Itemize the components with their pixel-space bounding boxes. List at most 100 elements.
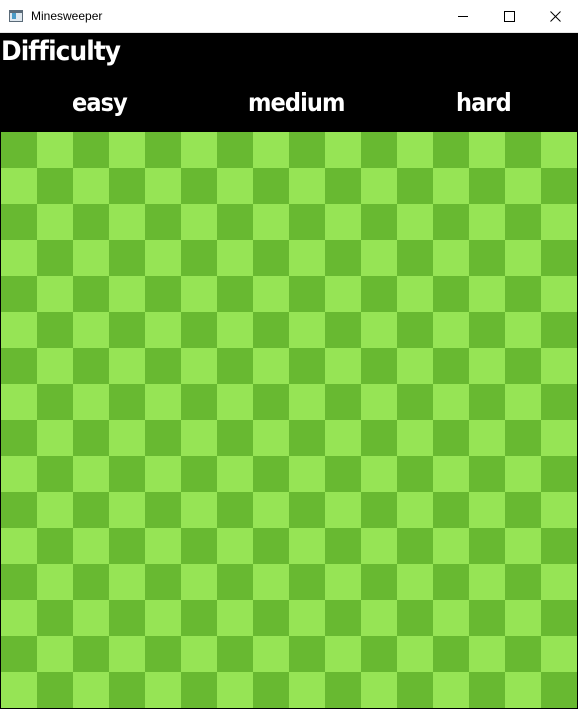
board-cell[interactable] <box>1 348 37 384</box>
board-cell[interactable] <box>253 528 289 564</box>
board-cell[interactable] <box>1 132 37 168</box>
board-cell[interactable] <box>217 204 253 240</box>
board-cell[interactable] <box>361 672 397 708</box>
board-cell[interactable] <box>37 600 73 636</box>
board-cell[interactable] <box>541 312 577 348</box>
board-cell[interactable] <box>73 132 109 168</box>
maximize-button[interactable] <box>486 0 532 32</box>
board-cell[interactable] <box>433 420 469 456</box>
board-cell[interactable] <box>109 204 145 240</box>
board-cell[interactable] <box>289 240 325 276</box>
board-cell[interactable] <box>73 528 109 564</box>
board-cell[interactable] <box>73 564 109 600</box>
board-cell[interactable] <box>469 276 505 312</box>
board-cell[interactable] <box>541 564 577 600</box>
board-cell[interactable] <box>217 312 253 348</box>
board-cell[interactable] <box>433 132 469 168</box>
board-cell[interactable] <box>433 528 469 564</box>
board-cell[interactable] <box>253 564 289 600</box>
board-cell[interactable] <box>253 600 289 636</box>
board-cell[interactable] <box>181 312 217 348</box>
board-cell[interactable] <box>433 456 469 492</box>
board-cell[interactable] <box>289 600 325 636</box>
board-cell[interactable] <box>433 564 469 600</box>
board-cell[interactable] <box>325 600 361 636</box>
board-cell[interactable] <box>469 132 505 168</box>
board-cell[interactable] <box>181 204 217 240</box>
board-cell[interactable] <box>37 672 73 708</box>
board-cell[interactable] <box>361 636 397 672</box>
board-cell[interactable] <box>361 564 397 600</box>
board-cell[interactable] <box>145 456 181 492</box>
board-cell[interactable] <box>37 528 73 564</box>
board-cell[interactable] <box>181 456 217 492</box>
board-cell[interactable] <box>181 600 217 636</box>
board-cell[interactable] <box>397 420 433 456</box>
hard-button[interactable]: hard <box>456 87 512 119</box>
board-cell[interactable] <box>505 312 541 348</box>
board-cell[interactable] <box>325 276 361 312</box>
board-cell[interactable] <box>433 636 469 672</box>
board-cell[interactable] <box>1 636 37 672</box>
board-cell[interactable] <box>325 672 361 708</box>
board-cell[interactable] <box>289 132 325 168</box>
board-cell[interactable] <box>469 456 505 492</box>
board-cell[interactable] <box>469 348 505 384</box>
board-cell[interactable] <box>37 348 73 384</box>
board-cell[interactable] <box>361 456 397 492</box>
board-cell[interactable] <box>361 492 397 528</box>
board-cell[interactable] <box>469 672 505 708</box>
board-cell[interactable] <box>253 672 289 708</box>
board-cell[interactable] <box>73 600 109 636</box>
board-cell[interactable] <box>145 636 181 672</box>
board-cell[interactable] <box>541 168 577 204</box>
board-cell[interactable] <box>145 564 181 600</box>
board-cell[interactable] <box>181 132 217 168</box>
board-cell[interactable] <box>397 636 433 672</box>
board-cell[interactable] <box>505 276 541 312</box>
board-cell[interactable] <box>541 348 577 384</box>
board-cell[interactable] <box>1 672 37 708</box>
board-cell[interactable] <box>541 528 577 564</box>
board-cell[interactable] <box>361 132 397 168</box>
board-cell[interactable] <box>505 240 541 276</box>
board-cell[interactable] <box>181 420 217 456</box>
board-cell[interactable] <box>433 672 469 708</box>
board-cell[interactable] <box>73 672 109 708</box>
board-cell[interactable] <box>217 600 253 636</box>
board-cell[interactable] <box>253 348 289 384</box>
board-cell[interactable] <box>325 456 361 492</box>
board-cell[interactable] <box>397 672 433 708</box>
board-cell[interactable] <box>109 492 145 528</box>
board-cell[interactable] <box>361 528 397 564</box>
board-cell[interactable] <box>397 600 433 636</box>
board-cell[interactable] <box>181 564 217 600</box>
board-cell[interactable] <box>253 132 289 168</box>
board-cell[interactable] <box>73 312 109 348</box>
board-cell[interactable] <box>145 420 181 456</box>
board-cell[interactable] <box>469 564 505 600</box>
board-cell[interactable] <box>433 204 469 240</box>
board-cell[interactable] <box>37 636 73 672</box>
board-cell[interactable] <box>541 276 577 312</box>
board-cell[interactable] <box>217 492 253 528</box>
board-cell[interactable] <box>253 636 289 672</box>
board-cell[interactable] <box>469 312 505 348</box>
board-cell[interactable] <box>541 204 577 240</box>
board-cell[interactable] <box>325 636 361 672</box>
board-cell[interactable] <box>361 204 397 240</box>
board-cell[interactable] <box>145 276 181 312</box>
board-cell[interactable] <box>469 168 505 204</box>
board-cell[interactable] <box>469 528 505 564</box>
board-cell[interactable] <box>73 492 109 528</box>
board-cell[interactable] <box>397 276 433 312</box>
board-cell[interactable] <box>469 636 505 672</box>
board-cell[interactable] <box>469 600 505 636</box>
board-cell[interactable] <box>541 600 577 636</box>
board-cell[interactable] <box>253 384 289 420</box>
medium-button[interactable]: medium <box>248 87 345 119</box>
board-cell[interactable] <box>505 204 541 240</box>
board-cell[interactable] <box>325 564 361 600</box>
board-cell[interactable] <box>505 384 541 420</box>
board-cell[interactable] <box>289 456 325 492</box>
